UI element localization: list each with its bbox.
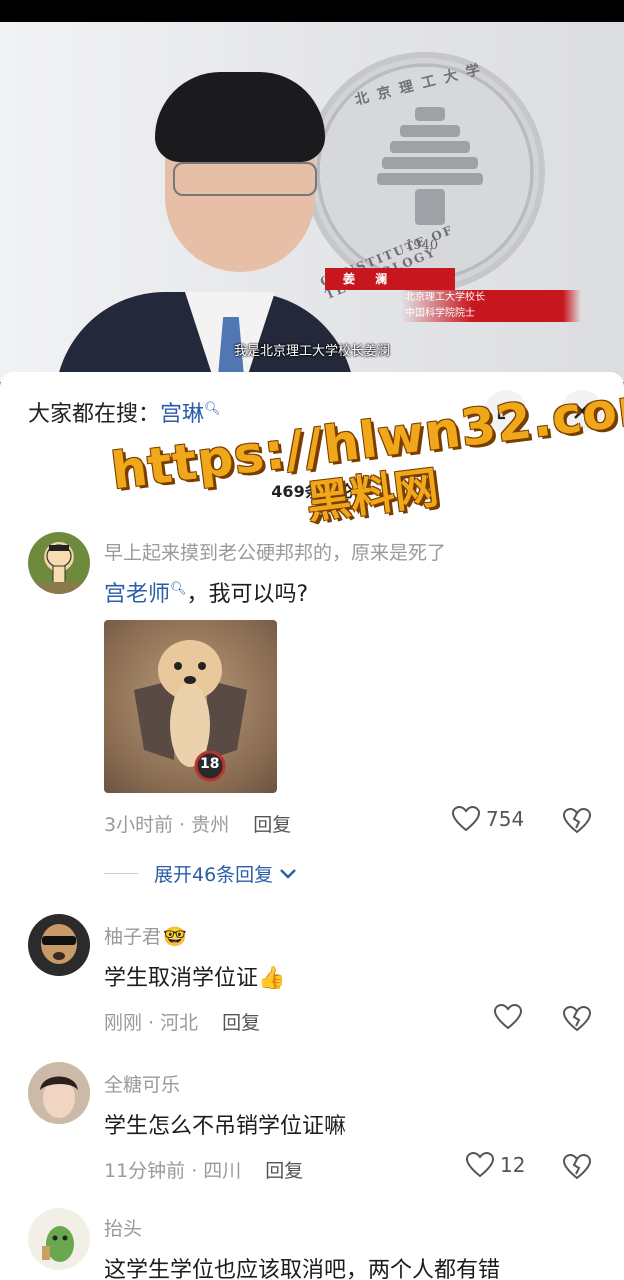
reply-button[interactable]: 回复 (253, 814, 291, 836)
trending-search[interactable]: 大家都在搜：宫琳🔍︎ (28, 396, 221, 428)
comment-body: 学生取消学位证 (104, 966, 259, 991)
reply-button[interactable]: 回复 (265, 1160, 303, 1182)
heart-icon (466, 1152, 494, 1178)
nerd-emoji: 🤓 (163, 926, 187, 948)
expand-screen-button[interactable] (485, 390, 527, 432)
video-player[interactable]: 北 京 理 工 大 学 G INSTITUTE OF TECHNOLOGY 19… (0, 22, 624, 382)
divider (104, 873, 138, 874)
expand-replies-button[interactable]: 展开46条回复 (104, 860, 297, 887)
heart-icon (452, 806, 480, 832)
emblem-top-text: 北 京 理 工 大 学 (353, 61, 484, 109)
avatar[interactable] (28, 532, 90, 594)
broken-heart-icon (562, 1153, 592, 1180)
search-suggest-icon: 🔍︎ (170, 581, 187, 597)
expand-replies-label: 展开46条回复 (154, 864, 274, 886)
comment-sheet: 大家都在搜：宫琳🔍︎ 469条评论 早上起来摸到老公硬邦邦的，原来是死了 宫老师… (0, 372, 624, 1280)
avatar[interactable] (28, 1062, 90, 1124)
comment-sticker-image[interactable]: 18 (104, 620, 277, 793)
search-suggest-icon: 🔍︎ (204, 401, 221, 417)
comment-count: 469条评论 (271, 482, 353, 501)
dislike-button[interactable] (562, 807, 592, 838)
comment-time-location: 3小时前 · 贵州 (104, 814, 230, 836)
comment-meta: 11分钟前 · 四川 回复 (104, 1156, 303, 1183)
speaker-title-2: 中国科学院院士 (401, 306, 581, 322)
username-text: 柚子君 (104, 926, 162, 948)
speaker-name: 姜 澜 (325, 268, 455, 290)
thumbs-up-emoji: 👍 (258, 966, 286, 991)
like-count: 754 (486, 807, 525, 831)
comment-username[interactable]: 抬头 (104, 1214, 142, 1241)
comment-time-location: 11分钟前 · 四川 (104, 1160, 242, 1182)
close-button[interactable] (561, 390, 603, 432)
like-button[interactable]: 754 (452, 806, 524, 832)
close-icon (574, 403, 590, 419)
like-count: 12 (500, 1153, 526, 1177)
emblem-year: 1940 (405, 238, 439, 253)
like-button[interactable]: 12 (466, 1152, 525, 1178)
avatar-dog-icon (41, 924, 77, 964)
comment-text: 宫老师🔍︎，我可以吗? (104, 576, 308, 608)
broken-heart-icon (562, 807, 592, 834)
avatar-cartoon-icon (42, 1226, 74, 1262)
dog-bat-sticker-icon (134, 640, 247, 782)
sticker-badge: 18 (200, 756, 220, 772)
comment-meta: 刚刚 · 河北 回复 (104, 1008, 260, 1035)
comment-text: 学生怎么不吊销学位证嘛 (104, 1114, 347, 1139)
avatar-portrait-icon (28, 1062, 90, 1124)
comment-time-location: 刚刚 · 河北 (104, 1012, 199, 1034)
reply-button[interactable]: 回复 (222, 1012, 260, 1034)
comment-text: 学生取消学位证👍 (104, 960, 285, 992)
avatar[interactable] (28, 914, 90, 976)
emblem-tree-icon (375, 107, 485, 227)
trending-search-keyword[interactable]: 宫琳 (160, 402, 204, 427)
speaker-title-1: 北京理工大学校长 (401, 290, 581, 306)
speaker-nameplate: 姜 澜 北京理工大学校长 中国科学院院士 (325, 268, 581, 324)
trending-search-prefix: 大家都在搜： (28, 402, 161, 427)
dislike-button[interactable] (562, 1005, 592, 1036)
broken-heart-icon (562, 1005, 592, 1032)
video-subtitle: 我是北京理工大学校长姜澜 (233, 344, 390, 359)
comment-mention[interactable]: 宫老师 (104, 582, 170, 607)
comment-username[interactable]: 柚子君 🤓 (104, 922, 187, 949)
avatar[interactable] (28, 1208, 90, 1270)
dislike-button[interactable] (562, 1153, 592, 1184)
like-button[interactable] (494, 1004, 528, 1030)
avatar-cartoon-icon (28, 544, 90, 594)
comment-username[interactable]: 早上起来摸到老公硬邦邦的，原来是死了 (104, 538, 446, 565)
chevron-down-icon (280, 868, 297, 879)
status-bar (0, 0, 624, 22)
comment-text: 这学生学位也应该取消吧，两个人都有错 (104, 1258, 501, 1280)
speaker-figure (55, 72, 355, 382)
expand-screen-icon (497, 402, 515, 420)
heart-icon (494, 1004, 522, 1030)
comment-body: ，我可以吗? (186, 582, 309, 607)
comment-meta: 3小时前 · 贵州 回复 (104, 810, 291, 837)
comment-username[interactable]: 全糖可乐 (104, 1070, 180, 1097)
